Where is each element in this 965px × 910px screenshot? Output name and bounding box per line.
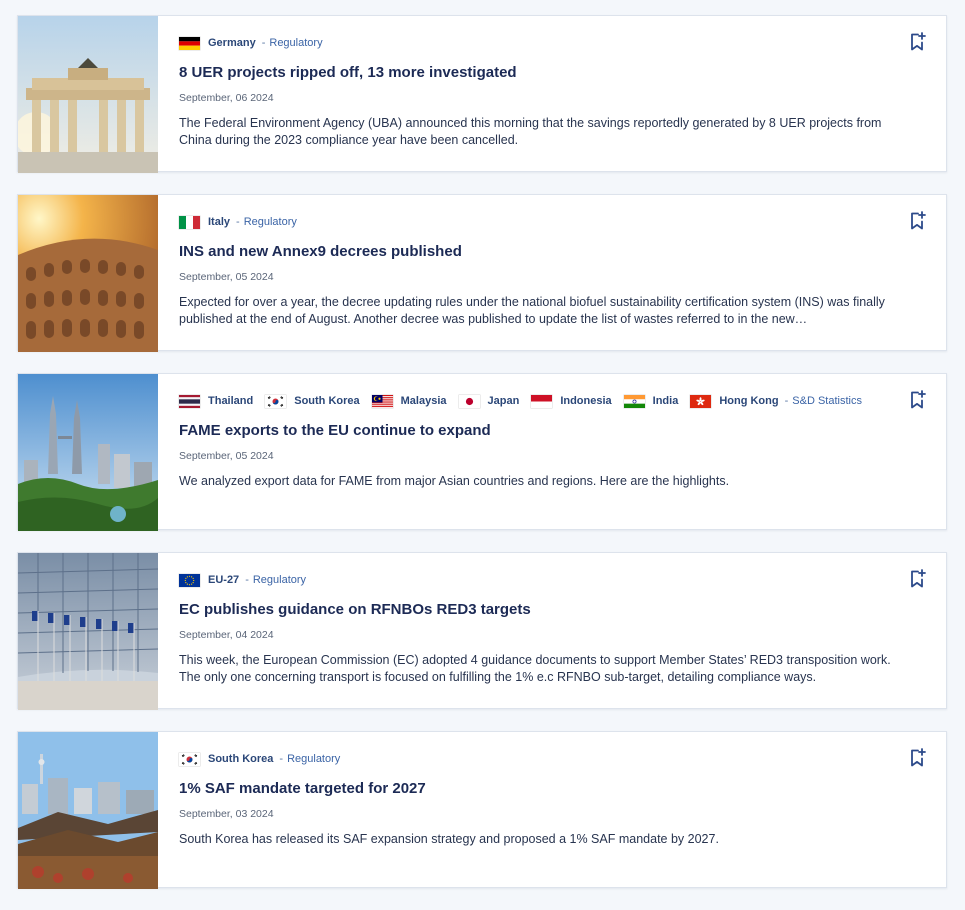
country-tag[interactable]: South Korea <box>265 394 360 408</box>
article-excerpt: The Federal Environment Agency (UBA) ann… <box>179 116 882 147</box>
country-name: India <box>652 395 679 407</box>
article-title[interactable]: FAME exports to the EU continue to expan… <box>179 421 906 441</box>
country-name: Indonesia <box>560 395 612 407</box>
category-link[interactable]: Regulatory <box>287 753 340 765</box>
country-name: Germany <box>208 37 256 49</box>
article-meta: Germany - Regulatory <box>179 34 906 52</box>
article-card[interactable]: South Korea - Regulatory 1% SAF mandate tar… <box>17 731 947 889</box>
article-meta: South Korea - Regulatory <box>179 750 906 768</box>
hong-kong-flag-icon <box>690 394 712 408</box>
south-korea-flag-icon <box>179 752 200 766</box>
news-feed: Germany - Regulatory 8 UER projects ripped … <box>17 15 947 910</box>
japan-flag-icon <box>458 394 480 408</box>
article-date: September, 05 2024 <box>179 271 274 283</box>
country-name: Japan <box>487 395 520 407</box>
country-tag[interactable]: Hong Kong <box>690 394 779 408</box>
brandenburg-gate-photo[interactable] <box>18 16 158 173</box>
country-name: Hong Kong <box>719 395 779 407</box>
article-title[interactable]: 1% SAF mandate targeted for 2027 <box>179 779 906 799</box>
bookmark-add-icon[interactable] <box>908 211 926 231</box>
article-card[interactable]: Germany - Regulatory 8 UER projects ripped … <box>17 15 947 173</box>
article-card[interactable]: Italy - Regulatory INS and new Annex9 decre… <box>17 194 947 352</box>
thailand-flag-icon <box>179 394 200 408</box>
eu-commission-building-photo[interactable] <box>18 553 158 710</box>
category-link[interactable]: S&D Statistics <box>792 395 862 407</box>
article-excerpt: Expected for over a year, the decree upd… <box>179 295 885 326</box>
country-name: Italy <box>208 216 231 228</box>
category-link[interactable]: Regulatory <box>269 37 322 49</box>
bookmark-add-icon[interactable] <box>908 32 926 52</box>
country-name: EU-27 <box>208 574 240 586</box>
article-card[interactable]: EU-27- Regulatory EC publishes guidance on… <box>17 552 947 710</box>
country-tag[interactable]: Germany <box>179 36 256 50</box>
article-title[interactable]: INS and new Annex9 decrees published <box>179 242 906 262</box>
country-tag[interactable]: Thailand <box>179 394 254 408</box>
country-tag[interactable]: India <box>623 394 679 408</box>
article-meta: Thailand South Korea Malaysia Japan Indonesi… <box>179 392 906 410</box>
country-tag[interactable]: Japan <box>458 394 520 408</box>
eu-flag-icon <box>179 573 200 587</box>
article-date: September, 04 2024 <box>179 629 274 641</box>
seoul-hanok-photo[interactable] <box>18 732 158 889</box>
meta-separator: - <box>279 753 284 765</box>
article-date: September, 06 2024 <box>179 92 274 104</box>
country-name: Thailand <box>208 395 254 407</box>
article-date: September, 05 2024 <box>179 450 274 462</box>
malaysia-flag-icon <box>371 394 393 408</box>
category-link[interactable]: Regulatory <box>244 216 297 228</box>
bookmark-add-icon[interactable] <box>908 748 926 768</box>
article-date: September, 03 2024 <box>179 808 274 820</box>
article-excerpt: South Korea has released its SAF expansi… <box>179 832 719 846</box>
category-link[interactable]: Regulatory <box>253 574 306 586</box>
country-name: South Korea <box>208 753 274 765</box>
article-excerpt: We analyzed export data for FAME from ma… <box>179 474 730 488</box>
country-name: South Korea <box>294 395 360 407</box>
country-tag[interactable]: Malaysia <box>371 394 447 408</box>
indonesia-flag-icon <box>531 394 553 408</box>
article-title[interactable]: 8 UER projects ripped off, 13 more inves… <box>179 63 906 83</box>
germany-flag-icon <box>179 36 200 50</box>
meta-separator: - <box>245 574 249 586</box>
bookmark-add-icon[interactable] <box>908 390 926 410</box>
article-title[interactable]: EC publishes guidance on RFNBOs RED3 tar… <box>179 600 906 620</box>
bookmark-add-icon[interactable] <box>908 569 926 589</box>
country-name: Malaysia <box>400 395 447 407</box>
south-korea-flag-icon <box>265 394 287 408</box>
meta-separator: - <box>261 37 266 49</box>
meta-separator: - <box>784 395 789 407</box>
kuala-lumpur-skyline-photo[interactable] <box>18 374 158 531</box>
colosseum-photo[interactable] <box>18 195 158 352</box>
country-tag[interactable]: South Korea <box>179 752 274 766</box>
article-card[interactable]: Thailand South Korea Malaysia Japan Indonesi… <box>17 373 947 531</box>
country-tag[interactable]: Indonesia <box>531 394 612 408</box>
country-tag[interactable]: EU-27 <box>179 573 240 587</box>
article-meta: Italy - Regulatory <box>179 213 906 231</box>
italy-flag-icon <box>179 215 200 229</box>
india-flag-icon <box>623 394 645 408</box>
article-meta: EU-27- Regulatory <box>179 571 906 589</box>
article-excerpt: This week, the European Commission (EC) … <box>179 653 891 684</box>
country-tag[interactable]: Italy <box>179 215 231 229</box>
meta-separator: - <box>236 216 240 228</box>
